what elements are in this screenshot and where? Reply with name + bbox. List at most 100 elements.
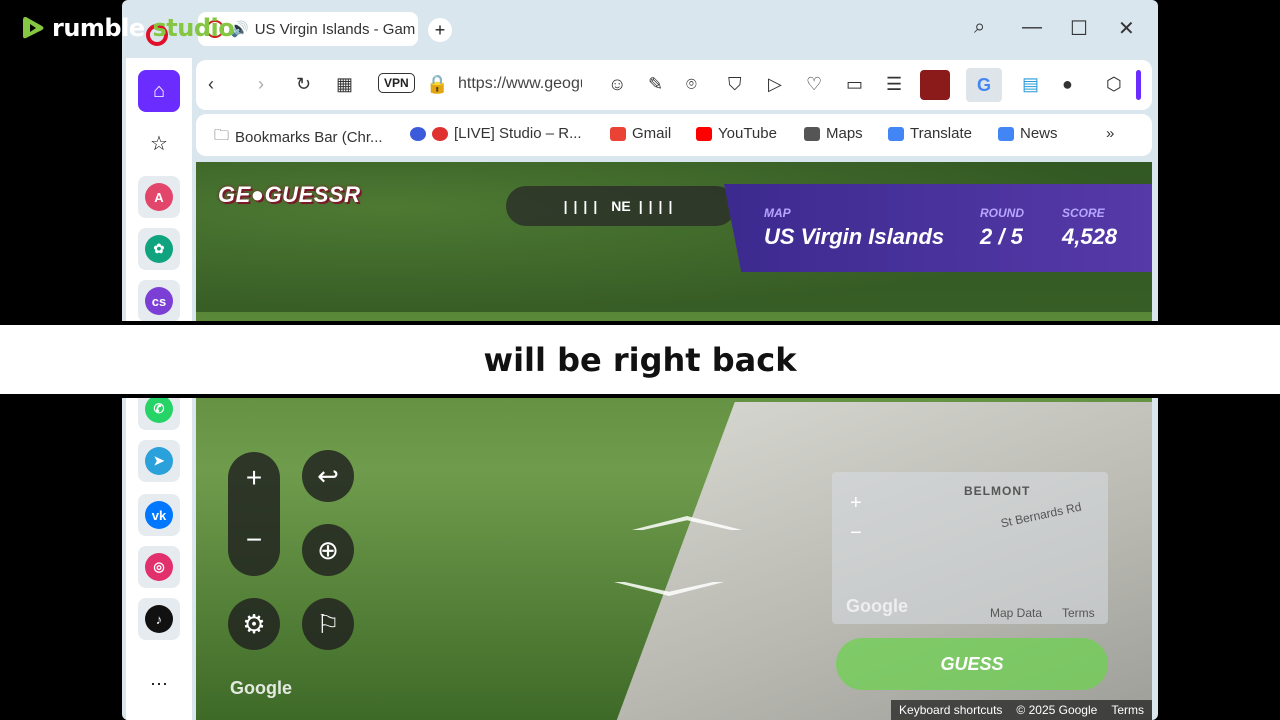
sidebar-tiktok[interactable]: ♪	[138, 598, 180, 640]
new-tab-button[interactable]: +	[428, 18, 452, 42]
terms-link[interactable]: Terms	[1111, 703, 1144, 717]
navigation-toolbar: ‹ › ↻ ▦ VPN 🔒 https://www.geoguessr.com …	[196, 60, 1152, 110]
bookmark-maps[interactable]: Maps	[804, 125, 863, 142]
shield-icon[interactable]: ⛉	[728, 74, 742, 95]
tab-title: US Virgin Islands - Game	[254, 20, 415, 38]
google-watermark: Google	[230, 678, 292, 698]
settings-gear-icon[interactable]: ⚙	[228, 598, 280, 650]
gmail-icon	[610, 126, 626, 141]
zoom-control: + −	[228, 452, 280, 576]
minimap-google: Google	[846, 596, 908, 616]
emoji-icon[interactable]: ☺	[608, 74, 626, 95]
tiktok-icon: ♪	[145, 605, 173, 633]
keyboard-shortcuts-link[interactable]: Keyboard shortcuts	[899, 703, 1002, 717]
bookmark-youtube[interactable]: YouTube	[696, 125, 777, 142]
sidebar-aria[interactable]: A	[138, 176, 180, 218]
sidebar-instagram[interactable]: ◎	[138, 546, 180, 588]
camera-icon[interactable]: ⌾	[686, 74, 697, 95]
rumble-play-icon	[23, 17, 44, 39]
score-value: 4,528	[1062, 224, 1118, 249]
minimap-terms[interactable]: Terms	[1062, 606, 1095, 620]
map-label: MAP	[764, 206, 791, 220]
google-extension-icon[interactable]: G	[966, 68, 1002, 102]
round-value: 2 / 5	[980, 224, 1023, 249]
minimap-road: St Bernards Rd	[999, 499, 1083, 531]
cookie-icon[interactable]: ●	[1062, 74, 1073, 95]
flag-return-icon[interactable]: ⚐	[302, 598, 354, 650]
undo-move-button[interactable]: ↩	[302, 450, 354, 502]
minimap-zoom-out[interactable]: −	[850, 522, 862, 545]
sidebar-cs[interactable]: cs	[138, 280, 180, 322]
zoom-out-button[interactable]: −	[228, 524, 280, 556]
score-label: SCORE	[1062, 206, 1105, 220]
bookmark-translate[interactable]: Translate	[888, 125, 972, 142]
reload-icon[interactable]: ↻	[296, 74, 311, 95]
streetview-viewport[interactable]: GE●GUESSR |||| NE |||| MAP US Virgin Isl…	[196, 162, 1152, 720]
cube-icon[interactable]: ⬡	[1106, 74, 1122, 95]
bookmark-news[interactable]: News	[998, 125, 1058, 142]
news-icon	[998, 126, 1014, 141]
set-checkpoint-button[interactable]: ⊕	[302, 524, 354, 576]
brb-banner: will be right back	[0, 321, 1280, 398]
title-bar: 🔊 US Virgin Islands - Game + ⌕ — ☐ ✕	[122, 0, 1158, 58]
translate-icon	[888, 126, 904, 141]
youtube-icon	[696, 126, 712, 141]
bookmark-folder[interactable]: 🗀 Bookmarks Bar (Chr...	[214, 125, 383, 150]
sidebar-telegram[interactable]: ➤	[138, 440, 180, 482]
r-icon	[410, 126, 426, 141]
round-label: ROUND	[980, 206, 1024, 220]
lock-icon[interactable]: 🔒	[426, 74, 448, 95]
chatgpt-icon: ✿	[145, 235, 173, 263]
more-icon[interactable]: ···	[138, 662, 180, 704]
send-icon[interactable]: ▷	[768, 74, 782, 95]
forward-icon[interactable]: ›	[258, 74, 264, 95]
home-icon[interactable]: ⌂	[138, 70, 180, 112]
vk-icon: vk	[145, 501, 173, 529]
bookmark-gmail[interactable]: Gmail	[610, 125, 671, 142]
extension-card-icon[interactable]: ▤	[1022, 74, 1039, 95]
zoom-in-button[interactable]: +	[228, 462, 280, 494]
profile-avatar[interactable]	[920, 70, 950, 100]
minimap-map-data[interactable]: Map Data	[990, 606, 1042, 620]
map-value: US Virgin Islands	[764, 224, 945, 249]
copyright-text: © 2025 Google	[1016, 703, 1098, 717]
sidebar-chatgpt[interactable]: ✿	[138, 228, 180, 270]
edit-icon[interactable]: ✎	[648, 74, 663, 95]
back-icon[interactable]: ‹	[208, 74, 214, 95]
brb-text: will be right back	[483, 340, 797, 379]
battery-icon[interactable]: ▭	[846, 74, 863, 95]
bookmark-live-studio[interactable]: [LIVE] Studio – R...	[410, 125, 582, 142]
game-status-panel: MAP US Virgin Islands ROUND 2 / 5 SCORE …	[724, 184, 1152, 272]
rumble-studio-logo: rumble studio	[20, 14, 235, 42]
menu-icon[interactable]: ☰	[886, 74, 902, 95]
maps-icon	[804, 126, 820, 141]
guess-minimap[interactable]: + − BELMONT St Bernards Rd Google Map Da…	[832, 472, 1108, 624]
star-icon[interactable]: ☆	[138, 122, 180, 164]
folder-icon: 🗀	[214, 127, 230, 144]
bookmarks-overflow-icon[interactable]: »	[1106, 125, 1114, 142]
bookmarks-bar: 🗀 Bookmarks Bar (Chr... [LIVE] Studio – R…	[196, 114, 1152, 156]
live-dot-icon	[432, 126, 448, 141]
rumble-wordmark: rumble studio	[52, 14, 235, 42]
compass: |||| NE ||||	[506, 186, 736, 226]
streetview-footer: Keyboard shortcuts © 2025 Google Terms	[891, 700, 1152, 720]
tab-grid-icon[interactable]: ▦	[336, 74, 353, 95]
cs-icon: cs	[145, 287, 173, 315]
address-bar[interactable]: https://www.geoguessr.com	[458, 75, 582, 93]
sidebar-vk[interactable]: vk	[138, 494, 180, 536]
sidebar-toggle[interactable]	[1136, 70, 1141, 100]
vpn-badge[interactable]: VPN	[378, 73, 415, 93]
telegram-icon: ➤	[145, 447, 173, 475]
guess-button[interactable]: GUESS	[836, 638, 1108, 690]
minimap-place: BELMONT	[964, 484, 1031, 498]
maximize-button[interactable]: ☐	[1070, 16, 1088, 41]
heart-icon[interactable]: ♡	[806, 74, 822, 95]
aria-icon: A	[145, 183, 173, 211]
whatsapp-icon: ✆	[145, 395, 173, 423]
minimize-button[interactable]: —	[1022, 16, 1042, 39]
search-icon[interactable]: ⌕	[974, 16, 985, 39]
instagram-icon: ◎	[145, 553, 173, 581]
geoguessr-logo: GE●GUESSR	[218, 182, 361, 207]
close-button[interactable]: ✕	[1118, 16, 1135, 41]
minimap-zoom-in[interactable]: +	[850, 492, 862, 515]
